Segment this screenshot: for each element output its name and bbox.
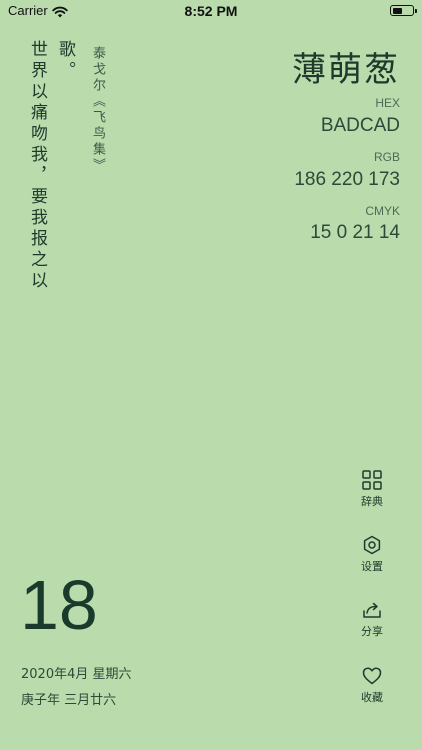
dictionary-button[interactable]: 辞典: [352, 470, 392, 509]
favorite-label: 收藏: [361, 691, 383, 704]
status-bar: Carrier 8:52 PM: [0, 0, 422, 24]
cmyk-value: 15 0 21 14: [310, 222, 400, 243]
gregorian-date: 2020年4月 星期六: [21, 667, 132, 682]
favorite-button[interactable]: 收藏: [352, 666, 392, 705]
hex-label: HEX: [375, 96, 400, 110]
status-time: 8:52 PM: [184, 3, 238, 19]
settings-button[interactable]: 设置: [352, 535, 392, 574]
settings-label: 设置: [361, 560, 383, 573]
poem-line-1: 世界以痛吻我，要我报之以: [27, 40, 47, 292]
poem-line-2: 歌。: [55, 40, 75, 82]
hex-value: BADCAD: [320, 115, 400, 136]
heart-icon: [352, 666, 392, 686]
cmyk-label: CMYK: [365, 204, 400, 218]
rgb-value: 186 220 173: [294, 169, 400, 190]
lunar-date: 庚子年 三月廿六: [21, 693, 117, 708]
share-label: 分享: [361, 625, 383, 638]
grid-icon: [352, 470, 392, 490]
share-icon: [352, 600, 392, 620]
share-button[interactable]: 分享: [352, 600, 392, 639]
dictionary-label: 辞典: [361, 495, 383, 508]
gear-icon: [352, 535, 392, 555]
rgb-label: RGB: [373, 150, 400, 164]
color-name: 薄萌葱: [292, 50, 400, 90]
day-number: 18: [20, 566, 98, 644]
battery-icon: [390, 5, 417, 16]
poem-attribution: 泰戈尔《飞鸟集》: [90, 46, 105, 174]
